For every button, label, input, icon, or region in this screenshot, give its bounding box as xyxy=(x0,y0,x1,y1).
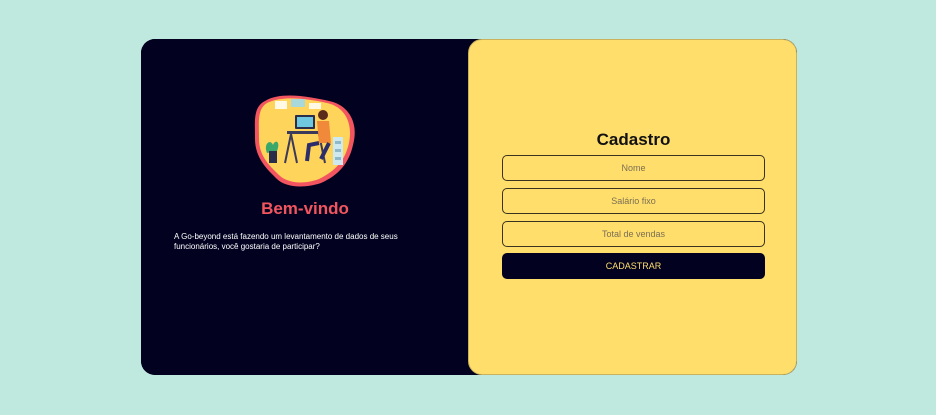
form-title: Cadastro xyxy=(596,130,671,149)
signup-form-panel: Cadastro CADASTRAR xyxy=(468,39,797,375)
welcome-text: A Go-beyond está fazendo um levantamento… xyxy=(174,232,398,251)
welcome-heading: Bem-vindo xyxy=(261,199,349,218)
total-sales-input[interactable] xyxy=(502,221,765,247)
fixed-salary-input[interactable] xyxy=(502,188,765,214)
person-at-computer-illustration xyxy=(254,95,355,187)
welcome-panel: Bem-vindo A Go-beyond está fazendo um le… xyxy=(141,39,469,375)
name-input[interactable] xyxy=(502,155,765,181)
signup-card: Bem-vindo A Go-beyond está fazendo um le… xyxy=(141,39,797,375)
register-button[interactable]: CADASTRAR xyxy=(502,253,765,279)
